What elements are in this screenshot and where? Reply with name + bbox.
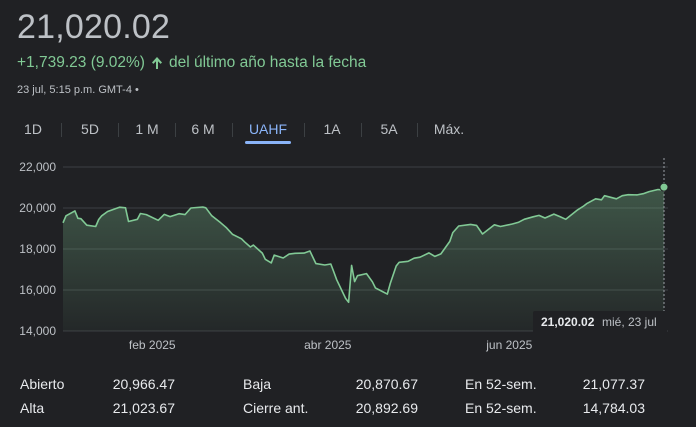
stat-low-value: 20,870.67	[355, 376, 418, 392]
tab-1a[interactable]: 1A	[317, 116, 347, 144]
y-tick-label: 14,000	[19, 324, 56, 338]
timestamp: 23 jul, 5:15 p.m. GMT-4 •	[17, 84, 139, 96]
x-tick-label: jun 2025	[485, 338, 532, 352]
stat-52wk-low-label: En 52-sem.	[465, 400, 537, 416]
y-tick-label: 18,000	[19, 242, 56, 256]
tab-divider	[304, 123, 305, 137]
price-chart[interactable]: 22,000 20,000 18,000 16,000 14,000 feb 2025 a…	[0, 150, 696, 360]
tab-divider	[118, 123, 119, 137]
stat-52wk-low-value: 14,784.03	[582, 400, 645, 416]
price-area	[63, 187, 664, 331]
stat-low-label: Baja	[243, 376, 272, 392]
tab-1d[interactable]: 1D	[17, 116, 49, 144]
stat-52wk-high-label: En 52-sem.	[465, 376, 537, 392]
change-period: del último año hasta la fecha	[168, 54, 367, 71]
stat-open-label: Abierto	[20, 376, 65, 392]
y-tick-label: 22,000	[19, 160, 56, 174]
x-tick-label: feb 2025	[129, 338, 176, 352]
stat-52wk-high-value: 21,077.37	[582, 376, 645, 392]
price-change: +1,739.23 (9.02%)	[17, 54, 145, 71]
tab-max[interactable]: Máx.	[430, 116, 468, 144]
tab-6m[interactable]: 6 M	[186, 116, 220, 144]
tab-divider	[61, 123, 62, 137]
tooltip-value: 21,020.02	[541, 315, 595, 329]
arrow-up-icon	[151, 57, 162, 69]
tab-5a[interactable]: 5A	[374, 116, 404, 144]
tab-1m[interactable]: 1 M	[130, 116, 164, 144]
y-tick-label: 20,000	[19, 201, 56, 215]
tab-divider	[232, 123, 233, 137]
tab-5d[interactable]: 5D	[74, 116, 106, 144]
tab-uahf[interactable]: UAHF	[245, 116, 291, 144]
stat-high-value: 21,023.67	[112, 400, 175, 416]
x-tick-label: abr 2025	[304, 338, 352, 352]
tab-divider	[175, 123, 176, 137]
stat-prev-close-label: Cierre ant.	[243, 400, 309, 416]
tab-divider	[361, 123, 362, 137]
stat-prev-close-value: 20,892.69	[355, 400, 418, 416]
stat-open-value: 20,966.47	[112, 376, 175, 392]
current-point[interactable]	[659, 182, 669, 192]
tooltip-date: mié, 23 jul	[602, 315, 657, 329]
y-tick-label: 16,000	[19, 283, 56, 297]
current-price: 21,020.02	[17, 8, 171, 46]
tab-divider	[417, 123, 418, 137]
stat-high-label: Alta	[20, 400, 45, 416]
price-change-row: +1,739.23 (9.02%) del último año hasta l…	[17, 54, 366, 72]
